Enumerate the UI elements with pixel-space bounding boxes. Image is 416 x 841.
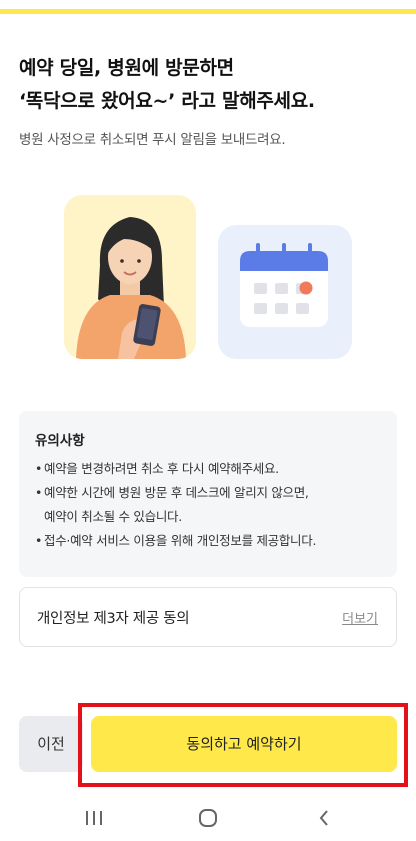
notice-item-continuation: 예약이 취소될 수 있습니다.: [44, 509, 182, 524]
person-illustration: [64, 195, 196, 359]
notice-item: 예약한 시간에 병원 방문 후 데스크에 알리지 않으면,: [35, 481, 381, 505]
privacy-consent-row[interactable]: 개인정보 제3자 제공 동의 더보기: [19, 587, 397, 647]
notice-item: 접수·예약 서비스 이용을 위해 개인정보를 제공합니다.: [35, 529, 381, 553]
calendar-illustration: [218, 225, 352, 359]
page-title: 예약 당일, 병원에 방문하면 ‘똑닥으로 왔어요~’ 라고 말해주세요.: [19, 52, 399, 118]
top-progress-bar: [0, 9, 416, 14]
notice-title: 유의사항: [35, 433, 85, 449]
notice-item: 예약을 변경하려면 취소 후 다시 예약해주세요.: [35, 457, 381, 481]
calendar-icon: [240, 243, 328, 327]
system-nav-bar: [0, 796, 416, 841]
headline-line-1: 예약 당일, 병원에 방문하면: [19, 57, 234, 79]
recent-apps-icon[interactable]: [74, 804, 114, 832]
prev-button[interactable]: 이전: [19, 716, 83, 772]
agree-and-book-button[interactable]: 동의하고 예약하기: [91, 716, 397, 772]
back-icon[interactable]: [304, 804, 344, 832]
person-holding-phone-icon: [76, 217, 186, 359]
consent-label: 개인정보 제3자 제공 동의: [37, 611, 190, 627]
notice-box: 유의사항 예약을 변경하려면 취소 후 다시 예약해주세요. 예약한 시간에 병…: [19, 411, 397, 577]
home-icon[interactable]: [188, 804, 228, 832]
page-subtitle: 병원 사정으로 취소되면 푸시 알림을 보내드려요.: [19, 132, 286, 148]
notice-list: 예약을 변경하려면 취소 후 다시 예약해주세요. 예약한 시간에 병원 방문 …: [35, 457, 381, 553]
headline-line-2: ‘똑닥으로 왔어요~’ 라고 말해주세요.: [19, 90, 315, 112]
consent-more-link[interactable]: 더보기: [342, 608, 378, 627]
